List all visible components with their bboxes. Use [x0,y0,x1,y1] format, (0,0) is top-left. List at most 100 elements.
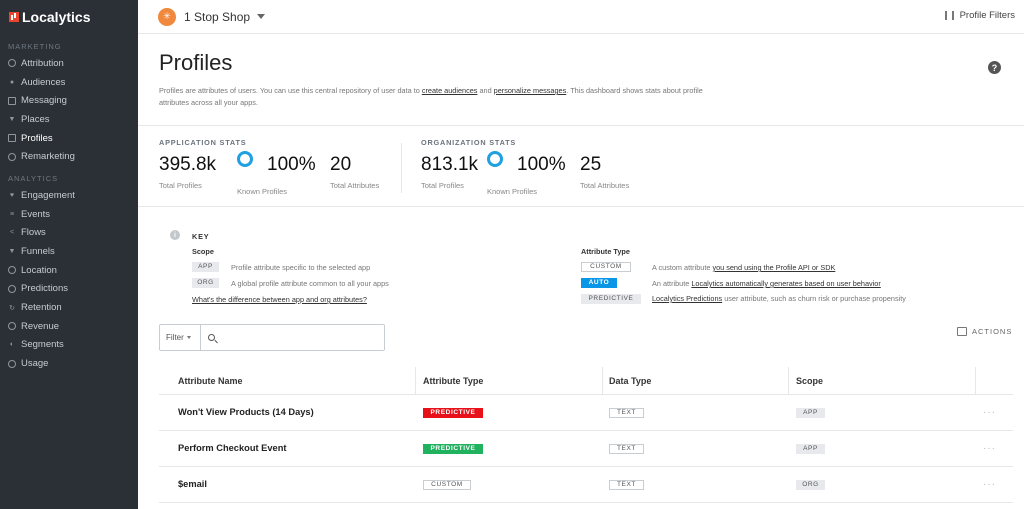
column-header[interactable]: Scope [796,376,823,386]
stat-caption: Total Profiles [159,181,202,190]
sidebar-item-predictions[interactable]: Predictions [0,280,138,299]
filter-icon [944,11,954,20]
help-icon[interactable]: ? [988,61,1001,74]
places-icon: ▼ [8,115,16,123]
sidebar-item-retention[interactable]: ↻ Retention [0,298,138,317]
attribute-name: $email [178,479,207,489]
page-description: Profiles are attributes of users. You ca… [159,85,729,108]
sidebar-item-flows[interactable]: < Flows [0,224,138,243]
scope-tag: APP [796,408,825,418]
filter-search-box: Filter [159,324,385,351]
sidebar-item-label: Funnels [21,246,55,258]
sidebar-item-remarketing[interactable]: Remarketing [0,147,138,166]
heart-icon: ♥ [9,191,15,199]
attribution-icon [8,59,16,68]
desc-text: user attribute, such as churn risk or pu… [722,294,906,303]
scope-tag: ORG [796,480,825,490]
sidebar-item-usage[interactable]: Usage [0,354,138,373]
stat-value: 395.8k [159,154,217,175]
sidebar-item-audiences[interactable]: ● Audiences [0,73,138,92]
attribute-type-tag: PREDICTIVE [423,444,483,454]
desc-text: and [477,86,494,95]
page-title: Profiles [159,50,233,75]
auto-generated-link[interactable]: Localytics automatically generates based… [691,279,880,288]
sidebar: Localytics MARKETING Attribution ● Audien… [0,0,138,509]
sidebar-item-label: Audiences [21,76,66,88]
stat-caption: Total Attributes [330,181,380,190]
sidebar-item-revenue[interactable]: Revenue [0,317,138,336]
scope-difference-link[interactable]: What's the difference between app and or… [192,295,367,304]
attributes-table: Attribute Name Attribute Type Data Type … [159,367,1013,503]
retention-icon: ↻ [9,304,15,312]
messaging-icon [8,96,16,105]
sidebar-item-label: Revenue [21,320,60,332]
desc-text: An attribute [652,279,692,288]
audiences-icon: ● [9,78,15,86]
app-selector[interactable]: 1 Stop Shop [184,10,250,24]
table-row[interactable]: Won't View Products (14 Days) PREDICTIVE… [159,395,1013,431]
row-more-icon[interactable]: ··· [983,407,996,418]
search-input[interactable] [218,325,384,350]
sidebar-item-label: Segments [21,339,64,351]
create-audiences-link[interactable]: create audiences [422,86,478,95]
org-scope-tag: ORG [192,278,219,288]
column-divider [788,367,789,395]
attribute-type-label: Attribute Type [581,247,630,256]
stat-value: 100% [267,154,316,175]
scope-label: Scope [192,247,214,256]
table-row[interactable]: $email CUSTOM TEXT ORG ··· [159,467,1013,503]
predictive-type-tag: PREDICTIVE [581,294,641,304]
sidebar-item-label: Places [21,113,50,125]
sidebar-item-profiles[interactable]: Profiles [0,129,138,148]
sidebar-item-label: Usage [21,358,49,370]
sidebar-item-label: Remarketing [21,151,75,163]
auto-type-tag: AUTO [581,278,617,288]
sidebar-item-location[interactable]: Location [0,261,138,280]
column-header[interactable]: Data Type [609,376,651,386]
app-scope-desc: Profile attribute specific to the select… [231,263,371,272]
row-more-icon[interactable]: ··· [983,443,996,454]
column-header[interactable]: Attribute Name [178,376,243,386]
logo-icon [9,12,19,22]
segments-icon: ◐ [9,341,15,349]
sidebar-item-messaging[interactable]: Messaging [0,91,138,110]
app-avatar-icon[interactable]: ✳ [158,7,176,26]
sidebar-item-engagement[interactable]: ♥ Engagement [0,186,138,205]
custom-type-tag: CUSTOM [581,262,631,272]
attribute-name: Perform Checkout Event [178,443,287,453]
sidebar-item-events[interactable]: ≡ Events [0,205,138,224]
sidebar-item-places[interactable]: ▼ Places [0,110,138,129]
stat-caption: Total Profiles [421,181,464,190]
divider [138,206,1024,207]
predictions-link[interactable]: Localytics Predictions [652,294,722,303]
stats-divider [401,143,402,193]
logo[interactable]: Localytics [0,0,138,34]
stat-caption: Total Attributes [580,181,630,190]
profile-filters-button[interactable]: Profile Filters [944,10,1015,21]
stat-value: 813.1k [421,154,479,175]
table-row[interactable]: Perform Checkout Event PREDICTIVE TEXT A… [159,431,1013,467]
stat-value: 100% [517,154,566,175]
chevron-down-icon[interactable] [257,14,266,19]
sidebar-item-label: Retention [21,302,62,314]
sidebar-item-segments[interactable]: ◐ Segments [0,336,138,355]
profile-api-link[interactable]: you send using the Profile API or SDK [712,263,835,272]
sidebar-item-attribution[interactable]: Attribution [0,54,138,73]
row-more-icon[interactable]: ··· [983,479,996,490]
filter-dropdown[interactable]: Filter [160,325,201,350]
funnel-icon: ▼ [8,248,16,256]
stats-label: APPLICATION STATS [159,138,247,147]
organization-stats: ORGANIZATION STATS [421,138,516,147]
sidebar-item-funnels[interactable]: ▼ Funnels [0,242,138,261]
divider [138,125,1024,126]
stat-value: 25 [580,154,602,175]
desc-text: A custom attribute [652,263,713,272]
actions-button[interactable]: ACTIONS [957,327,1012,336]
personalize-messages-link[interactable]: personalize messages [494,86,567,95]
profiles-icon [8,134,16,143]
stat-total-profiles: 395.8k Total Profiles [159,154,216,190]
data-type-tag: TEXT [609,444,644,454]
column-header[interactable]: Attribute Type [423,376,483,386]
scope-tag: APP [796,444,825,454]
info-icon: i [170,230,180,240]
